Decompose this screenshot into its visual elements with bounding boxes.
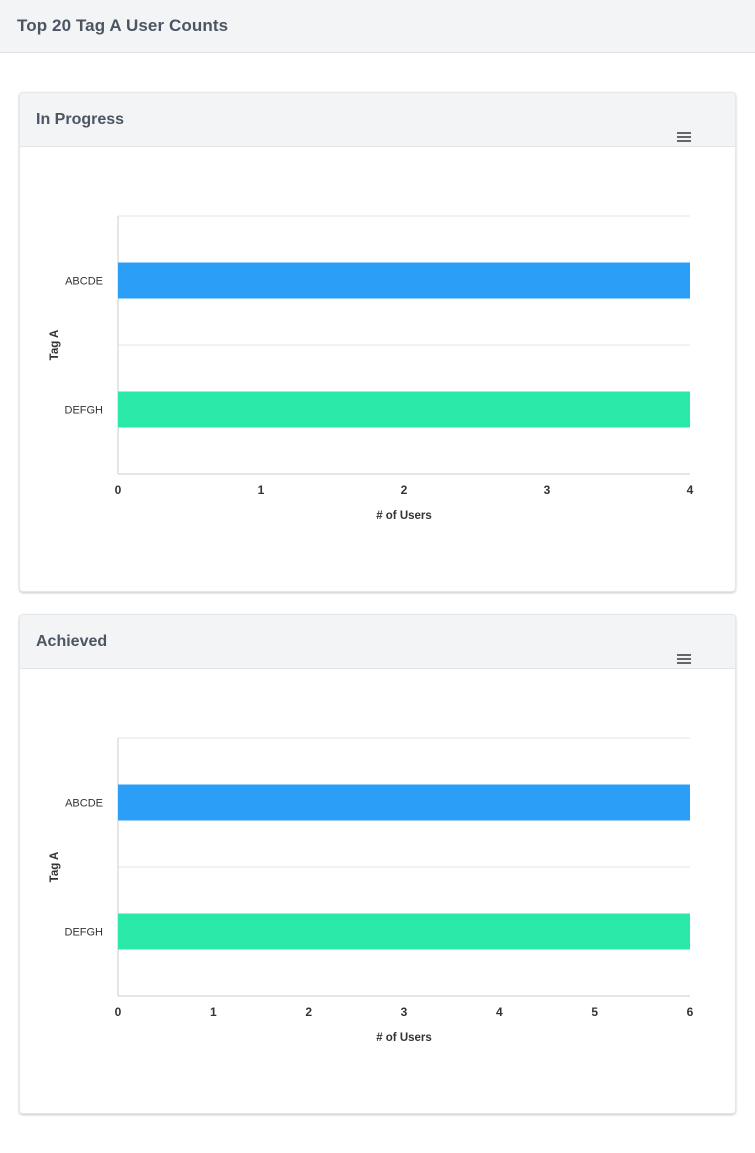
bar <box>118 913 690 950</box>
x-tick-label: 1 <box>258 483 265 497</box>
x-tick-label: 4 <box>687 483 694 497</box>
y-axis-title: Tag A <box>49 330 61 361</box>
chart-card-achieved: Achieved ABCDE DEFGH 0 1 2 3 4 5 6 # of Users Tag … <box>19 614 736 1114</box>
x-tick-label: 6 <box>687 1005 694 1019</box>
x-axis-title: # of Users <box>376 510 432 522</box>
page-title: Top 20 Tag A User Counts <box>17 16 229 35</box>
x-tick-label: 1 <box>210 1005 217 1019</box>
x-tick-label: 5 <box>591 1005 598 1019</box>
x-tick-label: 2 <box>401 483 408 497</box>
x-tick-label: 0 <box>115 483 122 497</box>
category-label: ABCDE <box>65 276 103 288</box>
page-header: Top 20 Tag A User Counts <box>0 0 755 53</box>
category-label: DEFGH <box>65 927 104 939</box>
x-tick-label: 4 <box>496 1005 503 1019</box>
x-tick-label: 0 <box>115 1005 122 1019</box>
bar <box>118 391 690 428</box>
bar-chart: ABCDE DEFGH 0 1 2 3 4 5 6 # of Users Tag A <box>49 737 694 1044</box>
category-label: DEFGH <box>65 405 104 417</box>
bar <box>118 784 690 821</box>
x-axis-title: # of Users <box>376 1032 432 1044</box>
bar <box>118 262 690 299</box>
y-axis-title: Tag A <box>49 852 61 883</box>
category-label: ABCDE <box>65 798 103 810</box>
bar-chart: ABCDE DEFGH 0 1 2 3 4 # of Users Tag A <box>49 215 694 522</box>
x-tick-label: 3 <box>401 1005 408 1019</box>
x-tick-label: 2 <box>305 1005 312 1019</box>
x-tick-label: 3 <box>544 483 551 497</box>
chart-card-in-progress: In Progress ABCDE DEFGH 0 1 2 3 4 # of Users Tag… <box>19 92 736 592</box>
